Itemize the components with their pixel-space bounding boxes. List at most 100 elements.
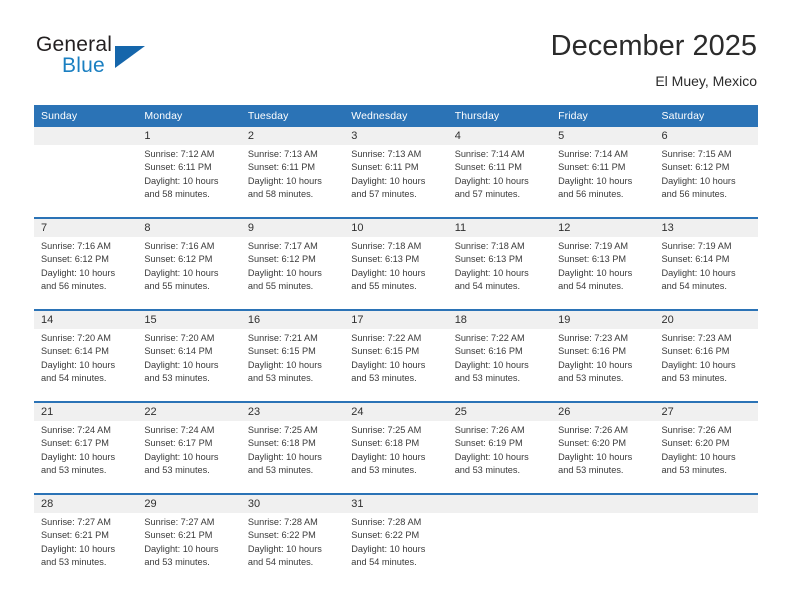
- daylight-text-line2: and 53 minutes.: [351, 464, 417, 475]
- sunrise-text: Sunrise: 7:20 AM: [144, 333, 215, 343]
- day-cell-inner: 30 Sunrise: 7:28 AM Sunset: 6:22 PM Dayligh…: [240, 495, 345, 585]
- sunrise-text: Sunrise: 7:12 AM: [144, 149, 215, 159]
- sunset-text: Sunset: 6:12 PM: [41, 254, 109, 265]
- day-number: [447, 495, 552, 513]
- sunset-text: Sunset: 6:22 PM: [247, 530, 316, 541]
- triangle-icon: [115, 46, 145, 68]
- calendar-day-cell[interactable]: 31 Sunrise: 7:28 AM Sunset: 6:22 PM Dayligh…: [344, 493, 448, 585]
- day-cell-details: Sunrise: 7:26 AM Sunset: 6:19 PM Daylight:…: [448, 421, 551, 477]
- daylight-text-line1: Daylight: 10 hours: [247, 543, 322, 554]
- calendar-day-cell[interactable]: 1 Sunrise: 7:12 AM Sunset: 6:11 PM Daylight…: [137, 127, 241, 218]
- calendar-week-row: 7 Sunrise: 7:16 AM Sunset: 6:12 PM Daylight…: [34, 217, 758, 310]
- calendar-day-cell[interactable]: 20 Sunrise: 7:23 AM Sunset: 6:16 PM Dayligh…: [654, 309, 758, 402]
- sunset-text: Sunset: 6:19 PM: [454, 438, 523, 449]
- day-number: 22: [137, 403, 241, 421]
- sunrise-text: Sunrise: 7:17 AM: [247, 241, 318, 251]
- calendar-day-cell[interactable]: 12 Sunrise: 7:19 AM Sunset: 6:13 PM Dayligh…: [551, 217, 655, 310]
- day-cell-details: Sunrise: 7:19 AM Sunset: 6:14 PM Daylight:…: [655, 237, 758, 293]
- day-cell-details: Sunrise: 7:26 AM Sunset: 6:20 PM Daylight:…: [655, 421, 758, 477]
- daylight-text-line1: Daylight: 10 hours: [454, 175, 529, 186]
- day-number: 8: [137, 219, 241, 237]
- calendar-day-cell[interactable]: 7 Sunrise: 7:16 AM Sunset: 6:12 PM Daylight…: [34, 217, 138, 310]
- day-cell-inner: 3 Sunrise: 7:13 AM Sunset: 6:11 PM Daylight…: [344, 127, 448, 217]
- day-number: 18: [447, 311, 552, 329]
- daylight-text-line1: Daylight: 10 hours: [144, 451, 219, 462]
- calendar-day-cell[interactable]: 2 Sunrise: 7:13 AM Sunset: 6:11 PM Daylight…: [240, 127, 345, 218]
- calendar-day-cell[interactable]: 8 Sunrise: 7:16 AM Sunset: 6:12 PM Daylight…: [137, 217, 241, 310]
- day-number: 23: [240, 403, 345, 421]
- daylight-text-line2: and 54 minutes.: [41, 372, 107, 383]
- day-cell-details: Sunrise: 7:26 AM Sunset: 6:20 PM Daylight:…: [551, 421, 654, 477]
- day-cell-details: Sunrise: 7:16 AM Sunset: 6:12 PM Daylight:…: [137, 237, 240, 293]
- calendar-day-cell[interactable]: 3 Sunrise: 7:13 AM Sunset: 6:11 PM Daylight…: [344, 127, 448, 218]
- day-cell-inner: [447, 495, 552, 585]
- calendar-day-cell[interactable]: 9 Sunrise: 7:17 AM Sunset: 6:12 PM Daylight…: [240, 217, 345, 310]
- sunrise-text: Sunrise: 7:22 AM: [454, 333, 525, 343]
- daylight-text-line2: and 57 minutes.: [351, 188, 417, 199]
- day-number: 14: [34, 311, 138, 329]
- daylight-text-line2: and 53 minutes.: [558, 372, 624, 383]
- calendar-day-cell[interactable]: 22 Sunrise: 7:24 AM Sunset: 6:17 PM Dayligh…: [137, 401, 241, 494]
- day-number: [654, 495, 758, 513]
- daylight-text-line1: Daylight: 10 hours: [41, 267, 116, 278]
- sunrise-text: Sunrise: 7:26 AM: [661, 425, 732, 435]
- calendar-day-cell[interactable]: 23 Sunrise: 7:25 AM Sunset: 6:18 PM Dayligh…: [240, 401, 345, 494]
- calendar-day-cell[interactable]: 6 Sunrise: 7:15 AM Sunset: 6:12 PM Daylight…: [654, 127, 758, 218]
- calendar-day-cell[interactable]: 19 Sunrise: 7:23 AM Sunset: 6:16 PM Dayligh…: [551, 309, 655, 402]
- calendar-day-cell[interactable]: 21 Sunrise: 7:24 AM Sunset: 6:17 PM Dayligh…: [34, 401, 138, 494]
- calendar-day-cell[interactable]: 18 Sunrise: 7:22 AM Sunset: 6:16 PM Dayligh…: [447, 309, 552, 402]
- sunset-text: Sunset: 6:17 PM: [144, 438, 213, 449]
- general-blue-logo[interactable]: General Blue: [36, 33, 236, 89]
- day-number: 29: [137, 495, 241, 513]
- sunset-text: Sunset: 6:11 PM: [247, 162, 316, 173]
- calendar-day-cell[interactable]: 25 Sunrise: 7:26 AM Sunset: 6:19 PM Dayligh…: [447, 401, 552, 494]
- sunset-text: Sunset: 6:13 PM: [454, 254, 523, 265]
- calendar-day-cell[interactable]: 13 Sunrise: 7:19 AM Sunset: 6:14 PM Dayligh…: [654, 217, 758, 310]
- sunset-text: Sunset: 6:13 PM: [351, 254, 420, 265]
- weekday-header-friday: Friday: [551, 105, 655, 127]
- calendar-day-cell[interactable]: 16 Sunrise: 7:21 AM Sunset: 6:15 PM Dayligh…: [240, 309, 345, 402]
- calendar-day-cell[interactable]: 17 Sunrise: 7:22 AM Sunset: 6:15 PM Dayligh…: [344, 309, 448, 402]
- calendar-day-cell-empty: [654, 493, 758, 585]
- day-number: 7: [34, 219, 138, 237]
- day-number: 20: [654, 311, 758, 329]
- calendar-day-cell[interactable]: 14 Sunrise: 7:20 AM Sunset: 6:14 PM Dayligh…: [34, 309, 138, 402]
- daylight-text-line1: Daylight: 10 hours: [247, 175, 322, 186]
- daylight-text-line2: and 53 minutes.: [41, 464, 107, 475]
- calendar-day-cell[interactable]: 11 Sunrise: 7:18 AM Sunset: 6:13 PM Dayligh…: [447, 217, 552, 310]
- day-number: 4: [447, 127, 552, 145]
- day-number: 5: [551, 127, 655, 145]
- daylight-text-line2: and 58 minutes.: [247, 188, 314, 199]
- calendar-day-cell[interactable]: 15 Sunrise: 7:20 AM Sunset: 6:14 PM Dayligh…: [137, 309, 241, 402]
- sunrise-text: Sunrise: 7:28 AM: [351, 517, 422, 527]
- day-cell-inner: 22 Sunrise: 7:24 AM Sunset: 6:17 PM Dayligh…: [137, 403, 241, 493]
- daylight-text-line2: and 53 minutes.: [247, 464, 314, 475]
- calendar-day-cell[interactable]: 5 Sunrise: 7:14 AM Sunset: 6:11 PM Daylight…: [551, 127, 655, 218]
- day-cell-details: Sunrise: 7:14 AM Sunset: 6:11 PM Daylight:…: [551, 145, 654, 201]
- sunrise-text: Sunrise: 7:14 AM: [558, 149, 629, 159]
- daylight-text-line1: Daylight: 10 hours: [558, 451, 633, 462]
- calendar-day-cell[interactable]: 30 Sunrise: 7:28 AM Sunset: 6:22 PM Dayligh…: [240, 493, 345, 585]
- daylight-text-line1: Daylight: 10 hours: [351, 451, 426, 462]
- calendar-week-row: 14 Sunrise: 7:20 AM Sunset: 6:14 PM Dayligh…: [34, 309, 758, 402]
- calendar-day-cell[interactable]: 24 Sunrise: 7:25 AM Sunset: 6:18 PM Dayligh…: [344, 401, 448, 494]
- calendar-day-cell[interactable]: 28 Sunrise: 7:27 AM Sunset: 6:21 PM Dayligh…: [34, 493, 138, 585]
- daylight-text-line2: and 54 minutes.: [661, 280, 727, 291]
- daylight-text-line1: Daylight: 10 hours: [144, 175, 219, 186]
- sunrise-text: Sunrise: 7:25 AM: [351, 425, 422, 435]
- calendar-day-cell[interactable]: 29 Sunrise: 7:27 AM Sunset: 6:21 PM Dayligh…: [137, 493, 241, 585]
- daylight-text-line2: and 53 minutes.: [454, 464, 521, 475]
- day-cell-inner: 13 Sunrise: 7:19 AM Sunset: 6:14 PM Dayligh…: [654, 219, 758, 309]
- day-number: 3: [344, 127, 448, 145]
- page-title: December 2025: [550, 30, 757, 62]
- calendar-day-cell[interactable]: 10 Sunrise: 7:18 AM Sunset: 6:13 PM Dayligh…: [344, 217, 448, 310]
- calendar-day-cell[interactable]: 4 Sunrise: 7:14 AM Sunset: 6:11 PM Daylight…: [447, 127, 552, 218]
- sunset-text: Sunset: 6:11 PM: [558, 162, 626, 173]
- daylight-text-line1: Daylight: 10 hours: [247, 451, 322, 462]
- calendar-day-cell[interactable]: 26 Sunrise: 7:26 AM Sunset: 6:20 PM Dayligh…: [551, 401, 655, 494]
- daylight-text-line1: Daylight: 10 hours: [661, 267, 736, 278]
- day-cell-details: Sunrise: 7:18 AM Sunset: 6:13 PM Daylight:…: [344, 237, 447, 293]
- day-cell-inner: 11 Sunrise: 7:18 AM Sunset: 6:13 PM Dayligh…: [447, 219, 552, 309]
- calendar-day-cell[interactable]: 27 Sunrise: 7:26 AM Sunset: 6:20 PM Dayligh…: [654, 401, 758, 494]
- sunset-text: Sunset: 6:12 PM: [144, 254, 213, 265]
